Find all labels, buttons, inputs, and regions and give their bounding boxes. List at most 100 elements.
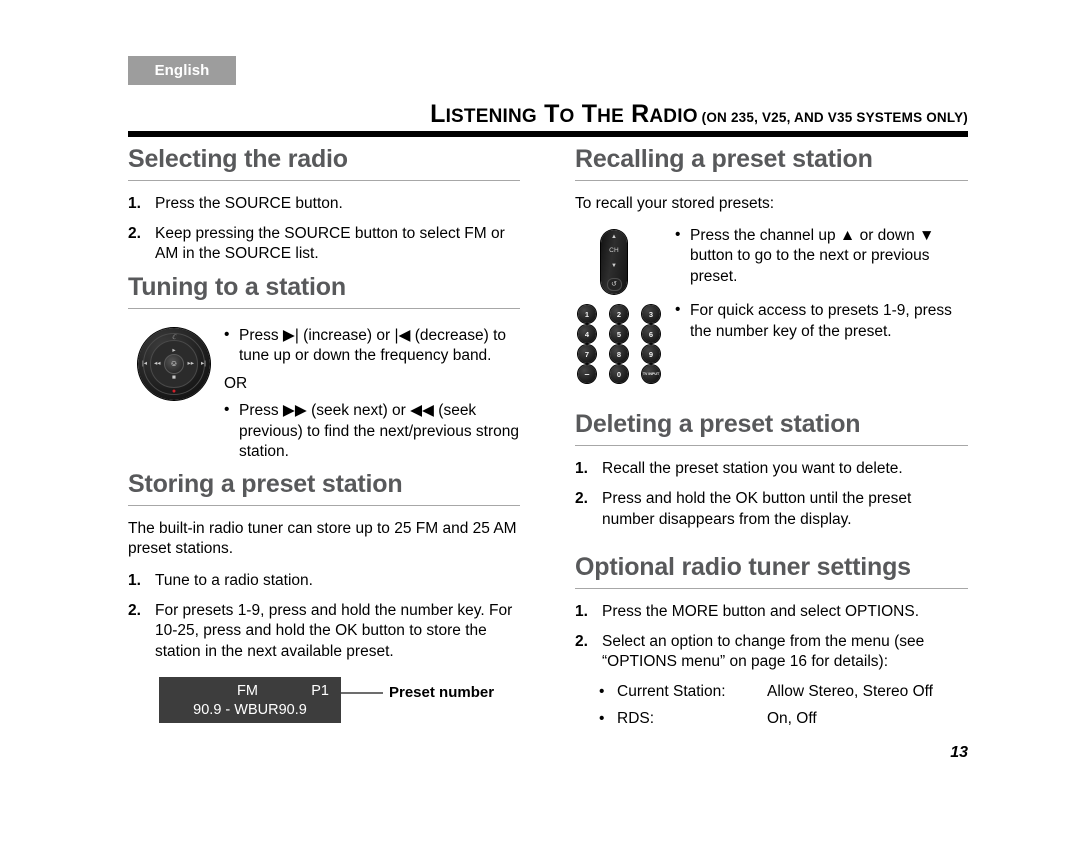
header-rule bbox=[128, 131, 968, 137]
keypad-key-9: 9 bbox=[642, 345, 660, 364]
channel-down-icon: ▼ bbox=[611, 263, 617, 270]
heading-rule bbox=[575, 180, 968, 181]
page-number: 13 bbox=[950, 744, 968, 761]
steps-optional-settings: 1. Press the MORE button and select OPTI… bbox=[575, 602, 968, 673]
running-head-r: R bbox=[631, 100, 650, 128]
list-item: 1. Recall the preset station you want to… bbox=[575, 459, 968, 480]
numeric-keypad-icon: 1 2 3 4 5 6 7 8 9 – 0 TV INPUT bbox=[578, 305, 660, 385]
language-tab-label: English bbox=[154, 62, 210, 79]
keypad-key-1: 1 bbox=[578, 305, 596, 324]
display-station: 90.9 - WBUR90.9 bbox=[193, 701, 307, 718]
keypad-art: 1 2 3 4 5 6 7 8 9 – 0 TV INPUT bbox=[575, 301, 675, 385]
heading-rule bbox=[128, 307, 520, 309]
running-head-o: O bbox=[559, 106, 575, 127]
step-text: For presets 1-9, press and hold the numb… bbox=[155, 601, 513, 660]
running-head: LISTENING TO THE RADIO (ON 235, V25, AND… bbox=[128, 100, 968, 129]
or-label: OR bbox=[224, 375, 248, 393]
previous-track-icon: |◂ bbox=[142, 359, 147, 367]
bullets-tuning-first: • Press ▶| (increase) or |◀ (decrease) t… bbox=[224, 326, 520, 367]
list-item: 2. Select an option to change from the m… bbox=[575, 632, 968, 673]
keypad-key-2: 2 bbox=[610, 305, 628, 324]
manual-page: English LISTENING TO THE RADIO (ON 235, … bbox=[0, 0, 1080, 852]
step-text: Press the MORE button and select OPTIONS… bbox=[602, 603, 920, 621]
tuning-illustration-row: ℂ ▸ ■ ◂◂ ▸▸ |◂ ▸| ● ⎉ • Press ▶| (increa… bbox=[128, 322, 520, 471]
list-item: 2. For presets 1-9, press and hold the n… bbox=[128, 601, 520, 663]
recall-copy-second: • For quick access to presets 1-9, press… bbox=[675, 301, 968, 350]
list-item: 1. Press the MORE button and select OPTI… bbox=[575, 602, 968, 623]
option-value: On, Off bbox=[767, 710, 817, 728]
heading-deleting-a-preset-station: Deleting a preset station bbox=[575, 410, 861, 439]
right-column: Recalling a preset station To recall you… bbox=[575, 146, 968, 736]
heading-storing-a-preset-station: Storing a preset station bbox=[128, 469, 403, 498]
step-text: Tune to a radio station. bbox=[155, 572, 313, 590]
step-text: Recall the preset station you want to de… bbox=[602, 460, 903, 478]
left-column: Selecting the radio 1. Press the SOURCE … bbox=[128, 146, 520, 723]
fast-forward-icon: ▸▸ bbox=[187, 359, 194, 367]
keypad-key-tv-input: TV INPUT bbox=[642, 365, 660, 384]
display-preset-number: P1 bbox=[311, 682, 329, 699]
running-head-adio: ADIO bbox=[649, 106, 698, 127]
list-item: • Press the channel up ▲ or down ▼ butto… bbox=[675, 226, 968, 288]
jog-logo-icon: ℂ bbox=[171, 334, 177, 341]
heading-rule bbox=[575, 445, 968, 447]
list-item: • Current Station: Allow Stereo, Stereo … bbox=[599, 682, 968, 702]
callout-leader-line bbox=[341, 691, 383, 694]
step-text: Keep pressing the SOURCE button to selec… bbox=[155, 224, 505, 263]
bullet-dot: • bbox=[675, 301, 681, 319]
step-number: 2. bbox=[128, 224, 141, 242]
keypad-key-5: 5 bbox=[610, 325, 628, 344]
jog-dial-icon: ℂ ▸ ■ ◂◂ ▸▸ |◂ ▸| ● ⎉ bbox=[138, 327, 210, 400]
radio-display-panel: FM P1 90.9 - WBUR90.9 bbox=[159, 676, 341, 723]
running-head-he: HE bbox=[597, 106, 624, 127]
step-text: Press the SOURCE button. bbox=[155, 195, 343, 212]
bullet-dot: • bbox=[224, 325, 230, 343]
bullet-text: Press ▶▶ (seek next) or ◀◀ (seek previou… bbox=[239, 402, 520, 461]
bullet-text: For quick access to presets 1-9, press t… bbox=[690, 302, 952, 341]
step-number: 1. bbox=[575, 603, 588, 621]
bullet-text: Press the channel up ▲ or down ▼ button … bbox=[690, 226, 935, 285]
steps-deleting-preset: 1. Recall the preset station you want to… bbox=[575, 459, 968, 530]
return-icon: ↺ bbox=[606, 277, 622, 291]
pause-icon: ⎉ bbox=[164, 353, 184, 374]
options-list: • Current Station: Allow Stereo, Stereo … bbox=[599, 682, 968, 729]
bullet-dot: • bbox=[599, 710, 605, 728]
channel-button-strip-icon: ▲ CH ▼ ↺ bbox=[601, 229, 627, 294]
record-dot-icon: ● bbox=[171, 387, 177, 395]
heading-optional-radio-tuner-settings: Optional radio tuner settings bbox=[575, 553, 911, 582]
running-head-l: L bbox=[430, 100, 446, 128]
display-band: FM bbox=[237, 682, 258, 699]
running-head-suffix: (ON 235, V25, AND V35 SYSTEMS ONLY) bbox=[701, 110, 968, 125]
step-number: 2. bbox=[575, 632, 588, 650]
keypad-illustration-row: 1 2 3 4 5 6 7 8 9 – 0 TV INPUT • For qui… bbox=[575, 301, 968, 385]
option-label: Current Station: bbox=[617, 683, 726, 701]
language-tab: English bbox=[128, 56, 236, 85]
keypad-key-0: 0 bbox=[610, 365, 628, 384]
steps-selecting-the-radio: 1. Press the SOURCE button. 2. Keep pres… bbox=[128, 194, 520, 265]
list-item: • For quick access to presets 1-9, press… bbox=[675, 301, 968, 342]
channel-strip-art: ▲ CH ▼ ↺ bbox=[575, 226, 675, 294]
display-illustration: FM P1 90.9 - WBUR90.9 Preset number bbox=[159, 676, 521, 723]
heading-tuning-to-a-station: Tuning to a station bbox=[128, 272, 346, 301]
bullet-dot: • bbox=[224, 401, 230, 419]
list-item: 1. Tune to a radio station. bbox=[128, 571, 520, 592]
callout-preset-number-label: Preset number bbox=[389, 683, 495, 701]
bullet-dot: • bbox=[675, 225, 681, 243]
option-value: Allow Stereo, Stereo Off bbox=[767, 683, 933, 701]
stop-icon: ■ bbox=[172, 374, 176, 382]
list-item: • RDS: On, Off bbox=[599, 709, 968, 729]
next-track-icon: ▸| bbox=[201, 359, 206, 367]
list-item: 2. Keep pressing the SOURCE button to se… bbox=[128, 224, 520, 265]
running-head-istening: ISTENING bbox=[445, 106, 537, 127]
running-head-t: T bbox=[544, 100, 560, 128]
running-head-t2: T bbox=[581, 100, 598, 128]
keypad-key-7: 7 bbox=[578, 345, 596, 364]
heading-recalling-a-preset-station: Recalling a preset station bbox=[575, 145, 873, 173]
step-number: 2. bbox=[575, 490, 588, 508]
step-number: 2. bbox=[128, 601, 141, 619]
bullets-recall-first: • Press the channel up ▲ or down ▼ butto… bbox=[675, 226, 968, 288]
bullets-recall-second: • For quick access to presets 1-9, press… bbox=[675, 301, 968, 342]
recall-copy-first: • Press the channel up ▲ or down ▼ butto… bbox=[675, 226, 968, 296]
bullet-text: Press ▶| (increase) or |◀ (decrease) to … bbox=[239, 326, 507, 365]
jog-dial-art: ℂ ▸ ■ ◂◂ ▸▸ |◂ ▸| ● ⎉ bbox=[128, 322, 224, 400]
step-number: 1. bbox=[128, 195, 141, 212]
